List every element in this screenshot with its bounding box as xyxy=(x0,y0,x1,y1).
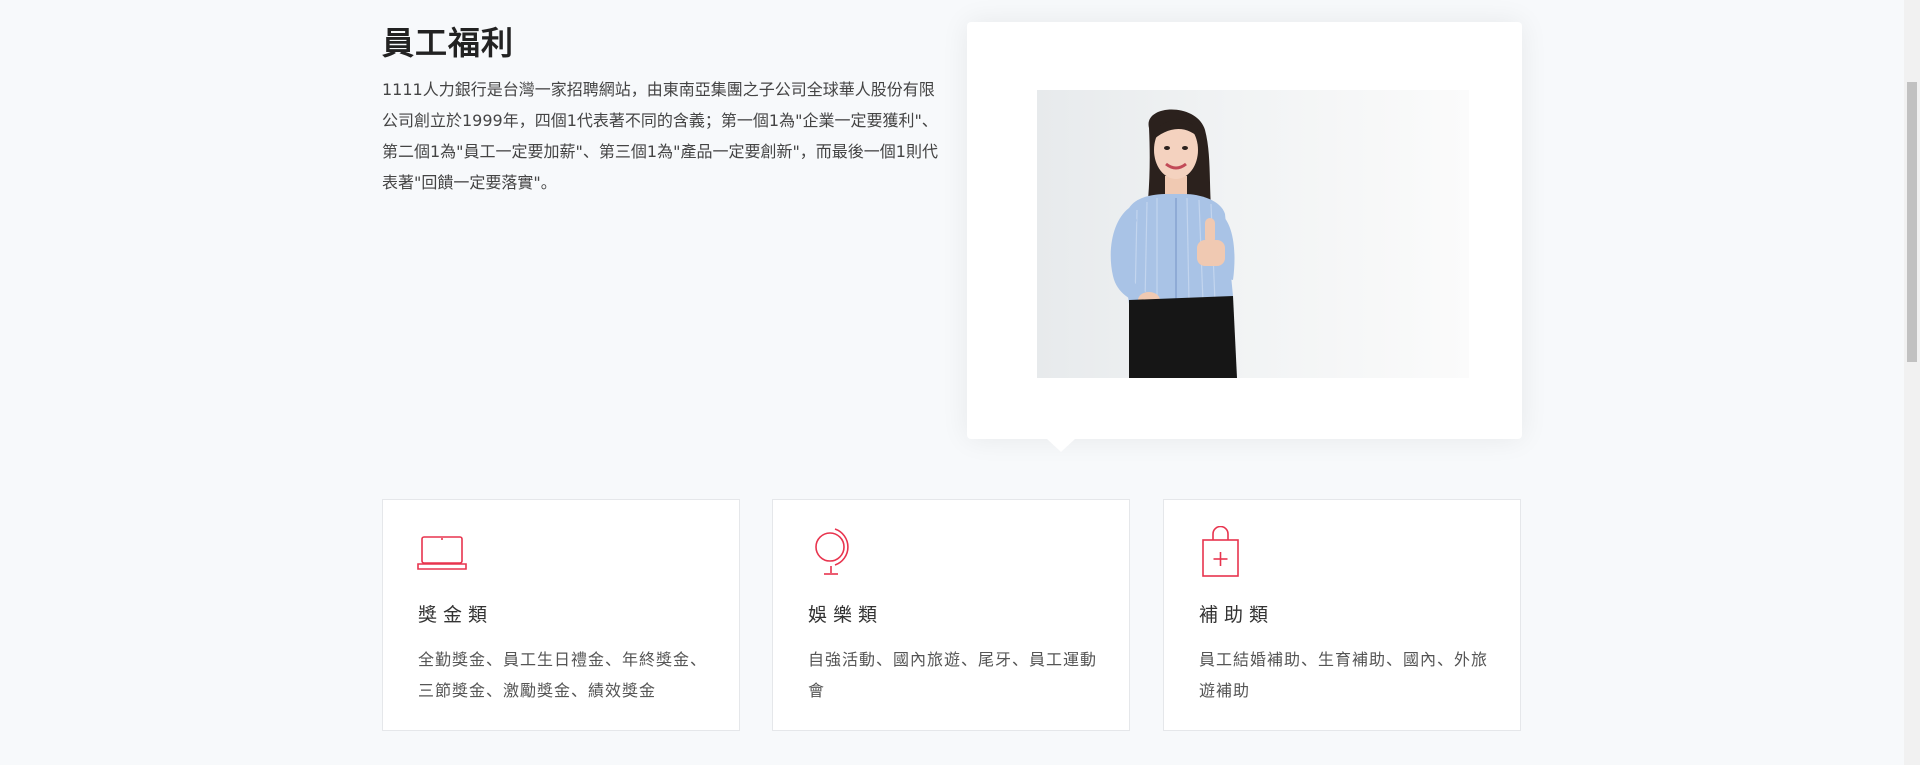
shopping-bag-icon xyxy=(1198,525,1252,578)
benefit-title: 獎金類 xyxy=(418,604,494,626)
vertical-scrollbar[interactable] xyxy=(1904,0,1920,765)
photo-card-pointer xyxy=(1047,439,1075,452)
benefit-cards: 獎金類 全勤獎金、員工生日禮金、年終獎金、三節獎金、激勵獎金、績效獎金 娛樂類 … xyxy=(382,499,1522,733)
globe-icon xyxy=(807,526,861,578)
benefits-intro: 員工福利 1111人力銀行是台灣一家招聘網站，由東南亞集團之子公司全球華人股份有… xyxy=(382,22,942,198)
scrollbar-thumb[interactable] xyxy=(1907,82,1917,362)
intro-description: 1111人力銀行是台灣一家招聘網站，由東南亞集團之子公司全球華人股份有限公司創立… xyxy=(382,80,938,192)
page: 員工福利 1111人力銀行是台灣一家招聘網站，由東南亞集團之子公司全球華人股份有… xyxy=(0,0,1920,765)
benefit-card-bonus: 獎金類 全勤獎金、員工生日禮金、年終獎金、三節獎金、激勵獎金、績效獎金 xyxy=(382,499,740,731)
laptop-icon xyxy=(417,526,471,578)
benefit-description: 全勤獎金、員工生日禮金、年終獎金、三節獎金、激勵獎金、績效獎金 xyxy=(418,650,708,700)
page-title: 員工福利 xyxy=(382,24,515,62)
benefit-card-subsidy: 補助類 員工結婚補助、生育補助、國內、外旅遊補助 xyxy=(1163,499,1521,731)
benefit-title: 娛樂類 xyxy=(808,604,884,626)
benefit-title: 補助類 xyxy=(1199,604,1275,626)
benefit-card-entertainment: 娛樂類 自強活動、國內旅遊、尾牙、員工運動會 xyxy=(772,499,1130,731)
employee-photo xyxy=(1037,90,1469,378)
benefit-description: 自強活動、國內旅遊、尾牙、員工運動會 xyxy=(808,650,1098,700)
benefit-description: 員工結婚補助、生育補助、國內、外旅遊補助 xyxy=(1199,650,1489,700)
photo-card xyxy=(967,22,1522,452)
